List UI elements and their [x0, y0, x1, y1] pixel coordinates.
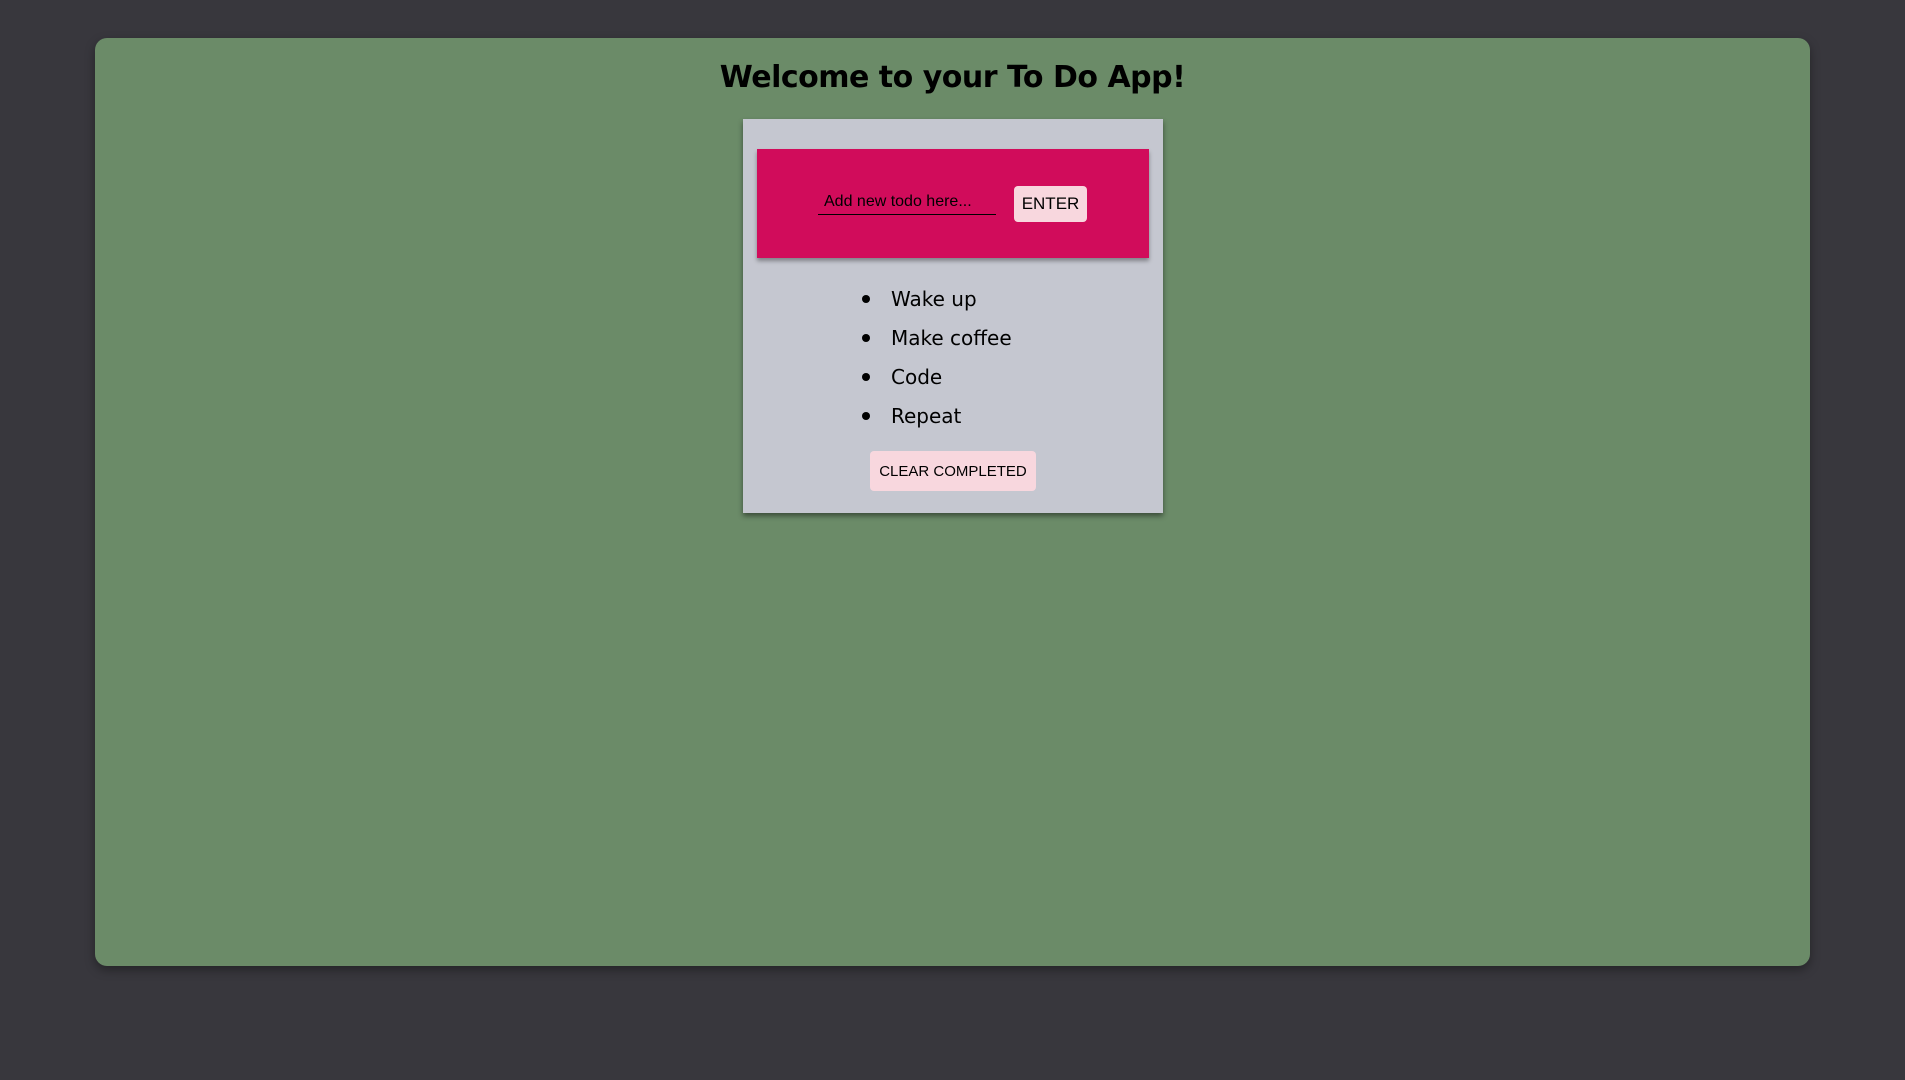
- todo-list: Wake up Make coffee Code Repeat: [743, 279, 1163, 435]
- page-title: Welcome to your To Do App!: [719, 60, 1186, 95]
- bullet-icon: [862, 372, 870, 381]
- todo-item-label: Code: [891, 364, 943, 389]
- todo-item-label: Repeat: [891, 403, 962, 428]
- clear-completed-button[interactable]: CLEAR COMPLETED: [870, 451, 1036, 491]
- todo-item-label: Make coffee: [891, 325, 1012, 350]
- new-todo-input[interactable]: [818, 189, 996, 215]
- bullet-icon: [862, 333, 870, 342]
- todo-item-repeat[interactable]: Repeat: [743, 396, 1163, 435]
- bullet-icon: [862, 411, 870, 420]
- todo-card: ENTER Wake up Make coffee Code Repeat CL…: [743, 119, 1163, 513]
- bullet-icon: [862, 294, 870, 303]
- todo-item-make-coffee[interactable]: Make coffee: [743, 318, 1163, 357]
- todo-item-wake-up[interactable]: Wake up: [743, 279, 1163, 318]
- todo-item-label: Wake up: [891, 286, 977, 311]
- new-todo-bar: ENTER: [757, 149, 1149, 258]
- enter-button[interactable]: ENTER: [1014, 186, 1087, 222]
- todo-item-code[interactable]: Code: [743, 357, 1163, 396]
